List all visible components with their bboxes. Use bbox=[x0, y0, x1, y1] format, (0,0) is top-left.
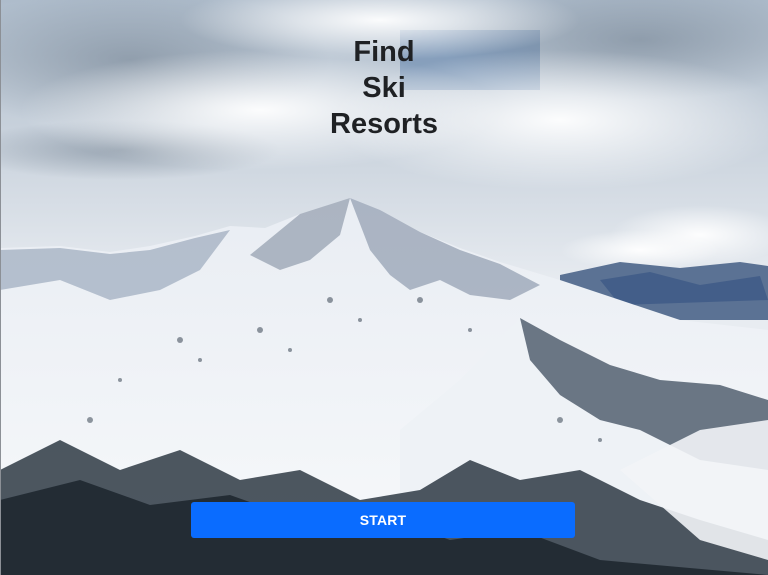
start-screen: Find Ski Resorts START bbox=[0, 0, 768, 575]
title-line: Resorts bbox=[330, 108, 438, 140]
title-line: Ski bbox=[362, 72, 406, 104]
start-button[interactable]: START bbox=[191, 502, 575, 538]
title-line: Find bbox=[353, 36, 415, 68]
page-title: Find Ski Resorts bbox=[0, 34, 768, 142]
